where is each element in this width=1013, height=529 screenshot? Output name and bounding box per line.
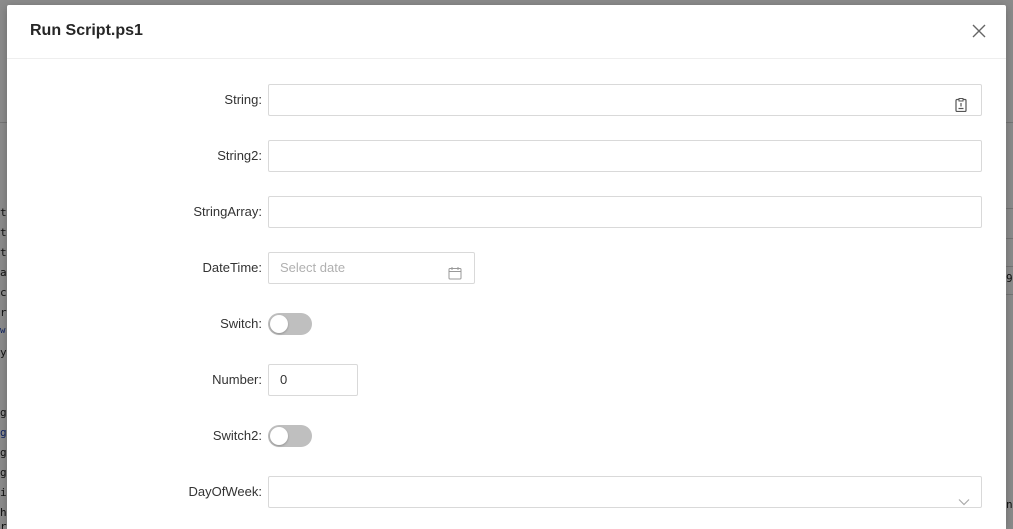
string-input[interactable] — [268, 84, 982, 116]
field-label: DateTime: — [202, 260, 262, 275]
form-row-switch: Switch: — [7, 308, 1006, 364]
form-row-dayofweek: DayOfWeek: — [7, 476, 1006, 529]
stringarray-input[interactable] — [268, 196, 982, 228]
datetime-picker[interactable]: Select date — [268, 252, 475, 284]
paste-icon[interactable] — [955, 93, 967, 123]
switch2-toggle[interactable] — [268, 425, 312, 447]
field-label: StringArray: — [193, 204, 262, 219]
field-label: Switch2: — [212, 428, 262, 443]
number-input-value: 0 — [280, 372, 288, 387]
form-row-switch2: Switch2: — [7, 420, 1006, 476]
parameters-form: String: String2: StringArray: DateTime: … — [7, 84, 1006, 529]
dayofweek-select[interactable] — [268, 476, 982, 508]
field-label: Switch: — [220, 316, 262, 331]
form-row-string: String: — [7, 84, 1006, 140]
form-row-string2: String2: — [7, 140, 1006, 196]
date-placeholder: Select date — [280, 260, 346, 275]
calendar-icon[interactable] — [448, 261, 462, 291]
number-input[interactable]: 0 — [268, 364, 358, 396]
run-script-dialog: Run Script.ps1 String: String2: StringAr… — [7, 5, 1006, 529]
form-row-datetime: DateTime: Select date — [7, 252, 1006, 308]
form-row-stringarray: StringArray: — [7, 196, 1006, 252]
field-label: DayOfWeek: — [188, 484, 262, 499]
close-icon[interactable] — [972, 24, 986, 38]
field-label: Number: — [212, 372, 262, 387]
switch-toggle[interactable] — [268, 313, 312, 335]
string2-input[interactable] — [268, 140, 982, 172]
field-label: String: — [224, 92, 262, 107]
modal-header: Run Script.ps1 — [7, 5, 1006, 59]
modal-title: Run Script.ps1 — [30, 22, 143, 39]
switch-knob — [270, 427, 288, 445]
switch-knob — [270, 315, 288, 333]
field-label: String2: — [217, 148, 262, 163]
form-row-number: Number: 0 — [7, 364, 1006, 420]
chevron-down-icon[interactable] — [958, 487, 970, 517]
